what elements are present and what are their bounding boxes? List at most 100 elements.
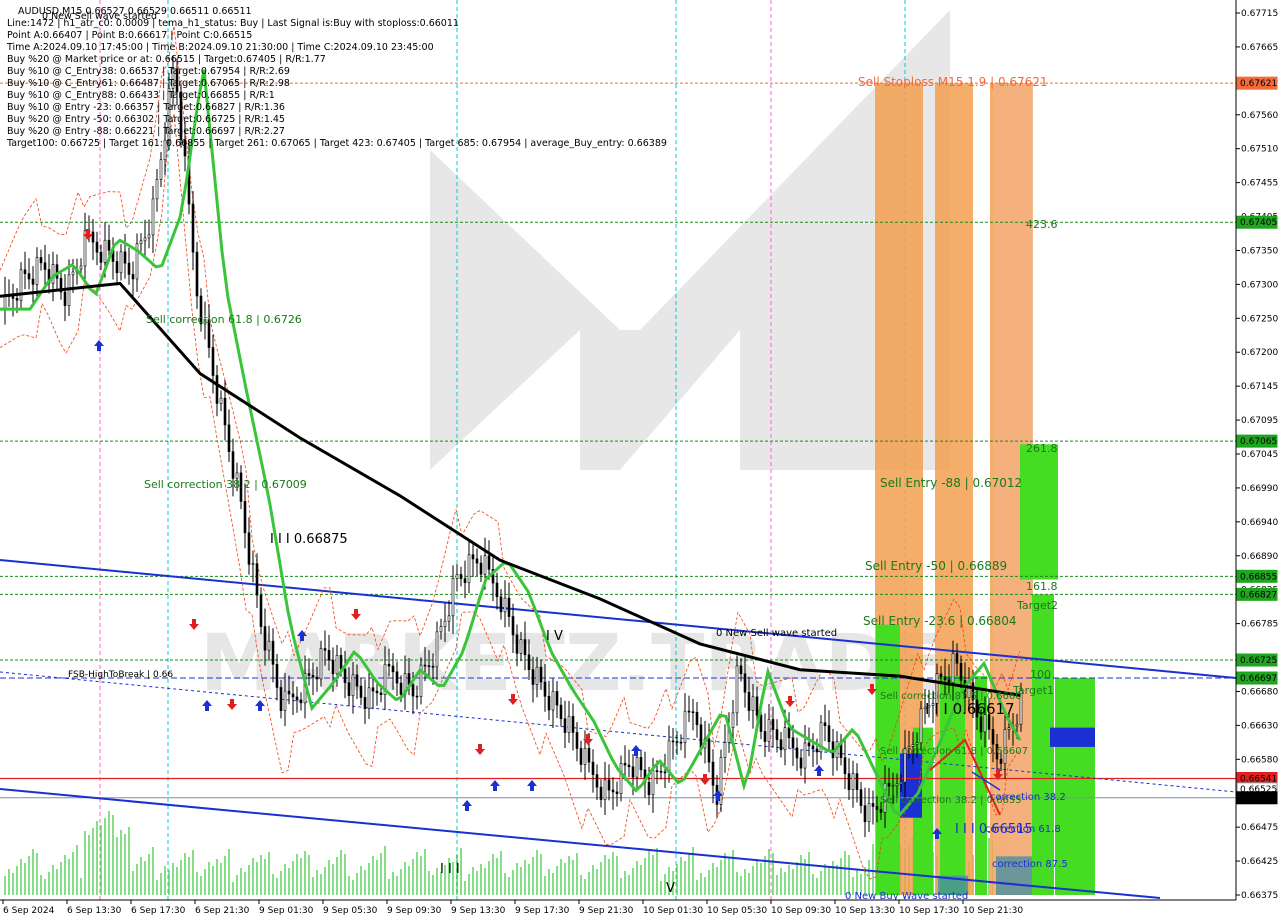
candle-body — [327, 650, 331, 661]
target2-label: Target2 — [1016, 599, 1058, 612]
volume-bar — [196, 872, 198, 895]
candle-body — [695, 712, 699, 726]
candle-body — [223, 397, 227, 426]
candle-body — [515, 634, 519, 654]
volume-bar — [132, 871, 134, 895]
candle-body — [495, 582, 499, 598]
volume-bar — [104, 818, 106, 895]
volume-bar — [368, 863, 370, 895]
candle-body — [895, 783, 899, 786]
volume-bar — [28, 856, 30, 895]
volume-bar — [252, 858, 254, 895]
volume-bar — [184, 853, 186, 895]
candle-body — [463, 578, 467, 584]
volume-bar — [156, 880, 158, 895]
candle-body — [651, 770, 655, 796]
volume-bar — [476, 871, 478, 895]
info-line: Line:1472 | h1_atr_c0: 0.0009 | tema_h1_… — [7, 18, 459, 29]
price-tag-label: 0.67405 — [1240, 218, 1277, 228]
candle-body — [743, 673, 747, 693]
volume-bar — [468, 874, 470, 895]
volume-bar — [820, 871, 822, 895]
candle-body — [219, 397, 223, 404]
chart-panel[interactable]: MARKETZ.TRADE Sell correction 61.8 | 0.6… — [0, 0, 1280, 920]
volume-bar — [100, 825, 102, 895]
candle-body — [779, 739, 783, 751]
candle-body — [115, 261, 119, 274]
candle-body — [675, 741, 679, 743]
volume-bar — [800, 855, 802, 895]
time-tick-label: 10 Sep 01:30 — [643, 906, 703, 916]
volume-bar — [88, 835, 90, 895]
volume-bar — [780, 868, 782, 895]
candle-body — [487, 555, 491, 570]
price-tick-label: 0.67510 — [1241, 145, 1278, 155]
candle-body — [39, 257, 43, 264]
price-chart[interactable]: MARKETZ.TRADE Sell correction 61.8 | 0.6… — [0, 0, 1280, 920]
candle-body — [803, 742, 807, 769]
candle-body — [655, 770, 659, 772]
candle-body — [295, 696, 299, 701]
candle-body — [523, 639, 527, 656]
candle-body — [399, 682, 403, 695]
level-2618-label: 261.8 — [1026, 442, 1058, 455]
volume-bar — [180, 860, 182, 895]
candle-body — [947, 679, 951, 684]
volume-bar — [428, 871, 430, 895]
candle-body — [79, 265, 83, 270]
price-tag-label: 0.66697 — [1240, 674, 1277, 684]
price-tick-label: 0.67095 — [1241, 416, 1278, 426]
wave-high-label: I I I 0.66875 — [270, 532, 348, 547]
candle-body — [291, 693, 295, 698]
volume-bar — [576, 853, 578, 895]
candle-body — [599, 786, 603, 800]
volume-bar — [240, 868, 242, 895]
volume-bar — [72, 852, 74, 895]
volume-bar — [372, 856, 374, 895]
volume-bar — [532, 857, 534, 895]
candle-body — [243, 501, 247, 534]
volume-bar — [608, 859, 610, 895]
price-tick-label: 0.67560 — [1241, 111, 1278, 121]
time-tick-label: 9 Sep 13:30 — [451, 906, 506, 916]
price-tick-label: 0.67350 — [1241, 246, 1278, 256]
volume-bar — [732, 850, 734, 895]
price-tick-label: 0.66785 — [1241, 620, 1278, 630]
candle-body — [615, 791, 619, 794]
volume-bar — [768, 849, 770, 895]
candle-body — [607, 779, 611, 791]
volume-bar — [204, 869, 206, 895]
price-tag-label: 0.67065 — [1240, 437, 1277, 447]
correction-875-label: correction 87.5 — [992, 859, 1068, 870]
candle-body — [731, 712, 735, 729]
candle-body — [807, 742, 811, 747]
candle-body — [311, 675, 315, 678]
candle-body — [579, 748, 583, 765]
volume-bar — [796, 862, 798, 895]
volume-bar — [792, 869, 794, 895]
volume-bar — [480, 864, 482, 895]
time-tick-label: 10 Sep 05:30 — [707, 906, 767, 916]
candle-body — [367, 687, 371, 709]
candle-body — [691, 711, 695, 714]
volume-bar — [52, 865, 54, 895]
volume-bar — [568, 856, 570, 895]
candle-body — [811, 745, 815, 750]
volume-bar — [112, 815, 114, 895]
volume-bar — [124, 834, 126, 895]
candle-body — [139, 240, 143, 245]
candle-body — [979, 716, 983, 733]
volume-bar — [540, 854, 542, 895]
candle-body — [539, 666, 543, 683]
candle-body — [371, 687, 375, 692]
wave-iii-bottom-label: I I I — [440, 862, 460, 877]
time-tick-label: 9 Sep 01:30 — [259, 906, 314, 916]
volume-bar — [288, 868, 290, 895]
volume-bar — [352, 880, 354, 895]
volume-bar — [676, 864, 678, 895]
candle-body — [851, 773, 855, 791]
price-tick-label: 0.66630 — [1241, 721, 1278, 731]
candle-body — [335, 655, 339, 675]
volume-bar — [336, 857, 338, 895]
candle-body — [347, 682, 351, 697]
